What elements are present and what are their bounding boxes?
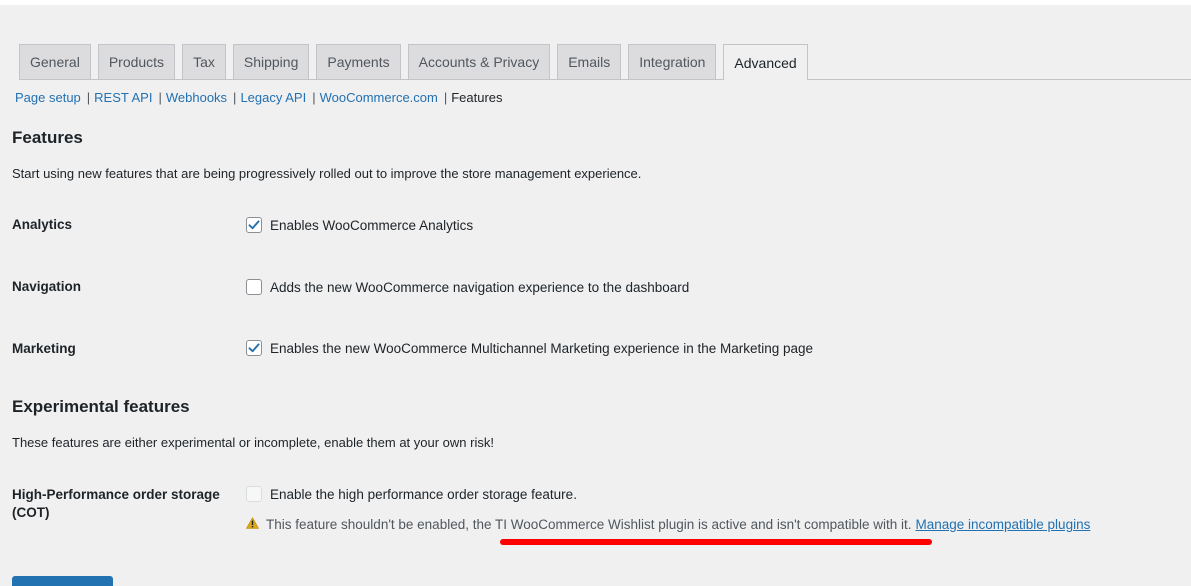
marketing-checkbox[interactable] <box>246 340 262 356</box>
marketing-label: Marketing <box>12 341 76 356</box>
tab-products[interactable]: Products <box>97 44 176 79</box>
subnav-legacy-api[interactable]: Legacy API <box>240 90 306 105</box>
marketing-field: Enables the new WooCommerce Multichannel… <box>246 340 813 356</box>
marketing-checkbox-text: Enables the new WooCommerce Multichannel… <box>270 340 814 356</box>
tab-general[interactable]: General <box>19 44 91 79</box>
features-heading: Features <box>12 128 83 147</box>
subnav-webhooks[interactable]: Webhooks <box>166 90 227 105</box>
tab-integration[interactable]: Integration <box>628 44 717 79</box>
experimental-description: These features are either experimental o… <box>12 435 494 450</box>
experimental-heading: Experimental features <box>12 397 190 416</box>
manage-incompatible-plugins-link[interactable]: Manage incompatible plugins <box>915 517 1090 532</box>
checkmark-icon <box>248 343 260 353</box>
subnav-features-current: Features <box>451 90 503 105</box>
subnav-separator: | <box>158 90 162 105</box>
subnav-separator: | <box>86 90 91 105</box>
navigation-checkbox-text: Adds the new WooCommerce navigation expe… <box>270 279 690 295</box>
cot-checkbox-text: Enable the high performance order storag… <box>270 486 577 502</box>
save-changes-button[interactable] <box>12 576 113 586</box>
analytics-checkbox[interactable] <box>246 217 262 233</box>
analytics-field: Enables WooCommerce Analytics <box>246 217 473 233</box>
tab-emails[interactable]: Emails <box>557 44 622 79</box>
features-description: Start using new features that are being … <box>12 166 642 181</box>
subnav-rest-api[interactable]: REST API <box>94 90 152 105</box>
analytics-checkbox-text: Enables WooCommerce Analytics <box>270 217 474 233</box>
annotation-underline <box>500 539 932 545</box>
analytics-label: Analytics <box>12 217 73 232</box>
warning-text: This feature shouldn't be enabled, the T… <box>266 517 912 532</box>
navigation-checkbox[interactable] <box>246 279 262 295</box>
cot-label: High-Performance order storage (COT) <box>12 487 220 520</box>
cot-incompatibility-warning: This feature shouldn't be enabled, the T… <box>246 517 1090 532</box>
tab-accounts-privacy[interactable]: Accounts & Privacy <box>407 44 551 79</box>
settings-tabs: General Products Tax Shipping Payments A… <box>19 44 1191 80</box>
subnav-separator: | <box>312 90 316 105</box>
subnav-separator: | <box>443 90 448 105</box>
top-strip <box>0 0 1191 5</box>
tab-shipping[interactable]: Shipping <box>232 44 310 79</box>
subnav-separator: | <box>233 90 237 105</box>
tab-tax[interactable]: Tax <box>182 44 226 79</box>
cot-field: Enable the high performance order storag… <box>246 486 577 502</box>
tab-advanced[interactable]: Advanced <box>723 44 808 80</box>
warning-icon <box>246 517 259 532</box>
subnav-page-setup[interactable]: Page setup <box>15 90 81 105</box>
tab-payments[interactable]: Payments <box>316 44 401 79</box>
subnav-woocommerce-com[interactable]: WooCommerce.com <box>320 90 438 105</box>
woocommerce-settings-page: General Products Tax Shipping Payments A… <box>0 0 1191 586</box>
navigation-label: Navigation <box>12 279 82 294</box>
advanced-subnav: Page setup | REST API | Webhooks | Legac… <box>15 90 503 105</box>
checkmark-icon <box>248 220 260 230</box>
cot-checkbox <box>246 486 262 502</box>
navigation-field: Adds the new WooCommerce navigation expe… <box>246 279 689 295</box>
